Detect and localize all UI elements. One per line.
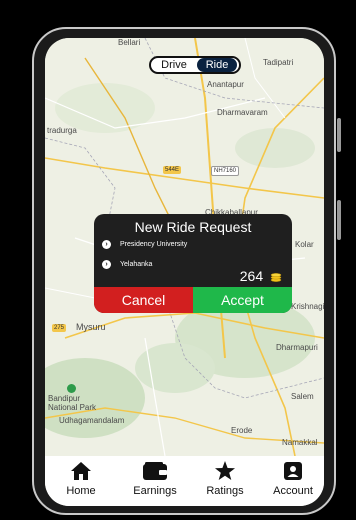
nav-item-account[interactable]: Account (265, 461, 321, 505)
app-screen: Bellari Tadipatri Anantapur Dharmavaram … (45, 38, 324, 506)
map-shield-544e: 544E (163, 166, 182, 174)
map-label-mysuru: Mysuru (76, 322, 106, 332)
wallet-icon (143, 462, 167, 480)
map-label-bellary: Bellari (118, 38, 141, 47)
volume-button (337, 200, 341, 240)
star-icon (215, 461, 235, 480)
dropoff-row: › Yelahanka (102, 259, 152, 271)
chevron-right-icon: › (102, 259, 111, 269)
nav-label-earnings: Earnings (133, 485, 177, 497)
map-shield-275: 275 (52, 324, 67, 332)
pickup-row: › Presidency University (102, 239, 187, 251)
cancel-button[interactable]: Cancel (94, 287, 193, 313)
map-label-anantapur: Anantapur (207, 80, 244, 89)
bottom-nav: Home Earnings Ratings Account (45, 456, 324, 506)
map-pin-icon (67, 384, 76, 393)
map-label-bandipur: Bandipur National Park (48, 394, 97, 412)
dropoff-location: Yelahanka (120, 261, 153, 268)
accept-button[interactable]: Accept (193, 287, 292, 313)
ride-request-card: New Ride Request › Presidency University … (94, 214, 292, 313)
map-label-chitradurga: tradurga (47, 126, 77, 135)
nav-label-home: Home (66, 485, 96, 497)
pickup-location: Presidency University (120, 241, 188, 248)
map-label-udhagamandalam: Udhagamandalam (59, 416, 125, 425)
chevron-right-icon: › (102, 239, 111, 249)
map-label-salem: Salem (291, 392, 314, 401)
ride-request-title: New Ride Request (134, 219, 252, 235)
fare-amount: 264 (239, 268, 264, 284)
power-button (337, 118, 341, 152)
map-label-krishnagiri: Krishnagir (291, 302, 324, 311)
home-icon (71, 462, 91, 480)
nav-label-account: Account (273, 485, 313, 497)
map-label-dharmapuri: Dharmapuri (276, 343, 318, 352)
drive-ride-toggle[interactable]: Drive Ride (149, 56, 241, 74)
map-shield-nh160: NH7160 (211, 166, 240, 176)
map-label-kolar: Kolar (295, 240, 314, 249)
map-label-dharmavaram: Dharmavaram (217, 108, 268, 117)
map-label-tadipatri: Tadipatri (263, 58, 294, 67)
nav-label-ratings: Ratings (206, 485, 244, 497)
coins-icon (270, 273, 282, 283)
nav-item-earnings[interactable]: Earnings (125, 461, 185, 505)
nav-item-ratings[interactable]: Ratings (199, 461, 251, 505)
nav-item-home[interactable]: Home (59, 461, 103, 505)
toggle-drive[interactable]: Drive (154, 58, 194, 72)
fare-amount-row: 264 (240, 268, 282, 284)
map-label-namakkal: Namakkal (282, 438, 318, 447)
map-label-erode: Erode (231, 426, 253, 435)
toggle-ride[interactable]: Ride (197, 58, 237, 72)
account-icon (284, 462, 302, 480)
